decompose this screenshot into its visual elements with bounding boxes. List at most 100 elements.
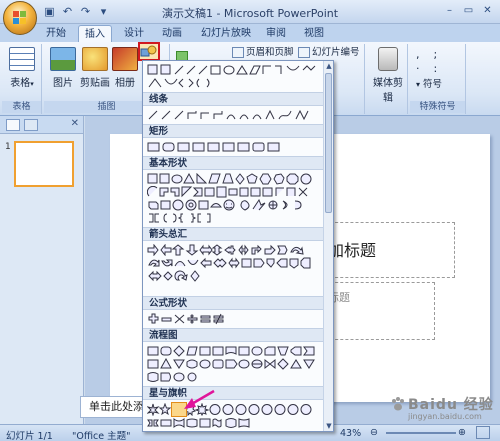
clipart-button-label: 剪贴画 <box>80 78 110 89</box>
block-arrows-icons-2 <box>148 257 311 269</box>
table-button[interactable]: 表格▾ <box>5 47 39 89</box>
lines-row[interactable] <box>147 109 325 121</box>
symbol-dot-button[interactable]: · : <box>416 62 437 76</box>
shapes-button[interactable] <box>138 42 160 61</box>
zoom-out-icon[interactable]: ⊖ <box>370 427 378 438</box>
slide-thumbnail[interactable] <box>14 141 74 187</box>
window-controls: – ▭ ✕ <box>441 3 496 18</box>
gallery-scrollbar[interactable]: ▲ ▼ <box>323 61 333 431</box>
title-placeholder[interactable]: 加标题 <box>325 222 455 278</box>
flowchart-icons-3 <box>147 372 197 382</box>
slides-panel: ✕ 1 <box>0 116 84 424</box>
picture-button-label: 图片 <box>53 78 73 89</box>
block-arrows-row-2[interactable] <box>147 257 325 269</box>
picture-button[interactable]: 图片 <box>46 47 80 89</box>
album-button[interactable]: 相册 <box>110 47 140 89</box>
rectangles-row[interactable] <box>147 141 325 153</box>
special-symbols-group: , ; · : ▾ 符号 特殊符号 <box>410 44 466 114</box>
slides-tab-icon[interactable] <box>6 119 20 131</box>
recent-shapes-icons-2 <box>148 78 210 88</box>
basic-shapes-row-3[interactable] <box>147 199 325 211</box>
block-arrows-row-3[interactable] <box>147 270 325 282</box>
tab-animation[interactable]: 动画 <box>158 25 186 42</box>
recent-shapes-row[interactable] <box>147 64 325 76</box>
recent-shapes-row-2[interactable] <box>147 77 325 89</box>
close-icon[interactable]: ✕ <box>71 118 79 129</box>
panel-tabs: ✕ <box>0 116 83 134</box>
section-flowchart-header: 流程图 <box>143 328 324 342</box>
tab-slideshow[interactable]: 幻灯片放映 <box>198 25 254 42</box>
slide-info: 幻灯片 1/1 <box>6 431 53 441</box>
ribbon-tabs: 开始 插入 设计 动画 幻灯片放映 审阅 视图 <box>0 24 500 42</box>
speaker-icon <box>378 47 398 71</box>
table-group-label: 表格 <box>2 101 41 113</box>
clipart-icon <box>82 47 108 71</box>
table-group: 表格▾ 表格 <box>2 44 42 114</box>
symbol-button-label: 符号 <box>423 79 443 90</box>
flowchart-row-3[interactable] <box>147 371 325 383</box>
office-button[interactable] <box>3 1 37 35</box>
picture-icon <box>50 47 76 71</box>
tab-home[interactable]: 开始 <box>42 25 70 42</box>
scroll-down-icon[interactable]: ▼ <box>324 421 333 431</box>
baidu-watermark: Baidu 经验 jingyan.baidu.com <box>388 394 498 424</box>
rectangle-shapes-icons <box>147 142 280 152</box>
minimize-icon[interactable]: – <box>441 3 458 18</box>
banners-row[interactable] <box>147 417 325 429</box>
block-arrows-icons-3 <box>148 270 200 282</box>
table-button-label: 表格 <box>10 78 31 89</box>
scroll-thumb[interactable] <box>325 73 332 213</box>
zoom-in-icon[interactable]: ⊕ <box>458 427 466 438</box>
tab-review[interactable]: 审阅 <box>262 25 290 42</box>
recent-shapes-icons <box>147 64 316 75</box>
theme-name: "Office 主题" <box>72 431 131 441</box>
banners-icons <box>147 417 250 429</box>
album-button-label: 相册 <box>115 78 135 89</box>
block-arrows-icons-1 <box>147 244 304 256</box>
title-bar: ▣ ↶ ↷ ▾ 演示文稿1 - Microsoft PowerPoint – ▭… <box>0 0 500 24</box>
watermark-url: jingyan.baidu.com <box>408 412 482 421</box>
scroll-up-icon[interactable]: ▲ <box>324 61 333 71</box>
media-clip-label: 媒体剪辑 <box>373 78 403 104</box>
block-arrows-row-1[interactable] <box>147 244 325 256</box>
tab-view[interactable]: 视图 <box>300 25 328 42</box>
symbol-button[interactable]: ▾ 符号 <box>416 78 442 92</box>
line-shapes-icons <box>148 109 309 121</box>
slide-number-icon <box>298 47 310 58</box>
tab-insert[interactable]: 插入 <box>78 25 112 42</box>
selected-five-point-star[interactable] <box>171 402 187 417</box>
zoom-level: 43% <box>340 428 362 439</box>
zoom-slider[interactable] <box>386 432 456 434</box>
symbol-comma-button[interactable]: , ; <box>416 48 437 62</box>
basic-shapes-icons-3 <box>148 199 302 211</box>
section-lines-header: 线条 <box>143 92 324 106</box>
flowchart-row-1[interactable] <box>147 345 325 357</box>
basic-shapes-row-4[interactable] <box>147 212 325 224</box>
section-rectangles-header: 矩形 <box>143 124 324 138</box>
header-footer-button[interactable]: 页眉和页脚 <box>232 46 294 60</box>
flowchart-row-2[interactable] <box>147 358 325 370</box>
fit-window-icon[interactable] <box>476 426 490 439</box>
section-basic-shapes-header: 基本形状 <box>143 156 324 170</box>
maximize-icon[interactable]: ▭ <box>460 3 477 18</box>
basic-shapes-icons-2 <box>147 186 308 198</box>
subtitle-placeholder[interactable]: 标题 <box>325 282 435 340</box>
clipart-button[interactable]: 剪贴画 <box>78 47 112 89</box>
tab-design[interactable]: 设计 <box>120 25 148 42</box>
basic-shapes-icons-4 <box>149 213 211 223</box>
header-footer-label: 页眉和页脚 <box>246 47 294 58</box>
basic-shapes-icons-1 <box>147 173 312 185</box>
shapes-gallery: 线条 矩形 基本形状 箭头总汇 公式形状 流程图 星与旗帜 ▲ ▼ <box>142 60 334 432</box>
slide-number-label: 幻灯片编号 <box>312 47 360 58</box>
equation-shapes-row[interactable] <box>147 313 325 325</box>
basic-shapes-row-1[interactable] <box>147 173 325 185</box>
header-footer-icon <box>232 47 244 58</box>
section-stars-banners-header: 星与旗帜 <box>143 386 324 400</box>
equation-shapes-icons <box>148 313 224 325</box>
media-clip-button[interactable]: 媒体剪辑 <box>369 47 407 104</box>
basic-shapes-row-2[interactable] <box>147 186 325 198</box>
outline-tab-icon[interactable] <box>24 119 38 131</box>
slide-number-button[interactable]: 幻灯片编号 <box>298 46 360 60</box>
office-logo-icon <box>13 11 27 25</box>
close-icon[interactable]: ✕ <box>479 3 496 18</box>
